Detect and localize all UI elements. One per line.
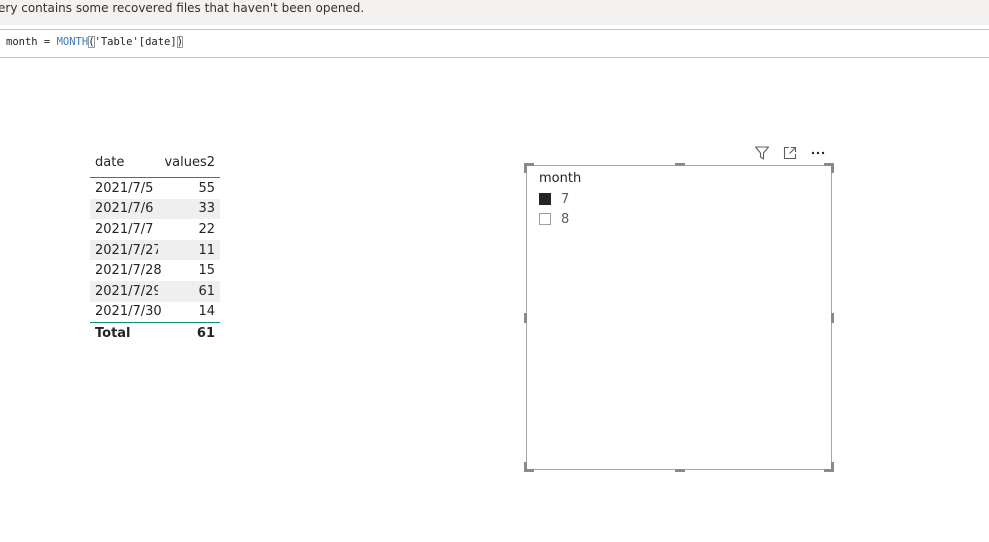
total-value: 61 [196,326,215,342]
filter-icon[interactable] [753,144,771,162]
slicer-option-8[interactable]: 8 [539,211,569,227]
formula-function: MONTH [56,36,89,48]
cell-value: 15 [198,263,215,279]
slicer-option-label: 7 [561,191,570,207]
table-row[interactable]: 2021/7/7 22 [90,219,220,240]
total-label: Total [95,326,131,342]
column-header-values2[interactable]: values2 [158,148,220,177]
resize-handle[interactable] [524,462,527,472]
cell-value: 22 [198,221,215,237]
table-row[interactable]: 2021/7/5 55 [90,178,220,199]
table-row[interactable]: 2021/7/6 33 [90,198,220,220]
slicer-title: month [539,171,582,186]
table-row[interactable]: 2021/7/28 15 [90,260,220,281]
cell-date: 2021/7/29 [90,280,162,302]
formula-close-paren: ) [176,36,184,48]
table-header-row: date values2 [90,148,220,178]
cell-date: 2021/7/7 [95,221,154,237]
cell-date: 2021/7/30 [95,304,162,320]
resize-handle[interactable] [524,163,527,173]
table-row[interactable]: 2021/7/27 11 [90,239,220,261]
table-row[interactable]: 2021/7/30 14 [90,302,220,323]
cell-date: 2021/7/5 [95,180,154,196]
resize-handle[interactable] [831,462,834,472]
cell-value: 61 [158,280,220,302]
focus-mode-icon[interactable] [781,144,799,162]
checkbox-checked[interactable] [539,193,551,205]
more-options-icon[interactable] [809,144,827,162]
notice-text: ery contains some recovered files that h… [0,1,365,15]
visual-header-toolbar [753,143,827,163]
table-visual[interactable]: date values2 2021/7/5 55 2021/7/6 33 202… [90,148,220,344]
cell-date: 2021/7/28 [95,263,162,279]
cell-value: 33 [158,198,220,220]
column-header-date[interactable]: date [90,148,158,177]
slicer-option-label: 8 [561,211,570,227]
table-row[interactable]: 2021/7/29 61 [90,280,220,302]
cell-date: 2021/7/6 [90,198,158,220]
cell-date: 2021/7/27 [90,239,162,261]
formula-argument: 'Table'[date] [94,36,177,48]
formula-bar[interactable]: month = MONTH('Table'[date]) [0,29,989,58]
cell-value: 55 [198,180,215,196]
resize-handle[interactable] [831,313,834,323]
slicer-option-7[interactable]: 7 [539,191,569,207]
resize-handle[interactable] [524,313,527,323]
cell-value: 14 [198,304,215,320]
checkbox-unchecked[interactable] [539,213,551,225]
cell-value: 11 [158,239,220,261]
month-slicer[interactable]: month 7 8 [524,163,834,472]
recovered-files-notice-bar: ery contains some recovered files that h… [0,0,989,25]
table-total-row: Total 61 [90,322,220,344]
resize-handle[interactable] [831,163,834,173]
formula-prefix: month = [6,36,57,48]
dax-formula[interactable]: month = MONTH('Table'[date]) [6,36,184,48]
resize-handle[interactable] [675,469,685,472]
resize-handle[interactable] [675,163,685,166]
